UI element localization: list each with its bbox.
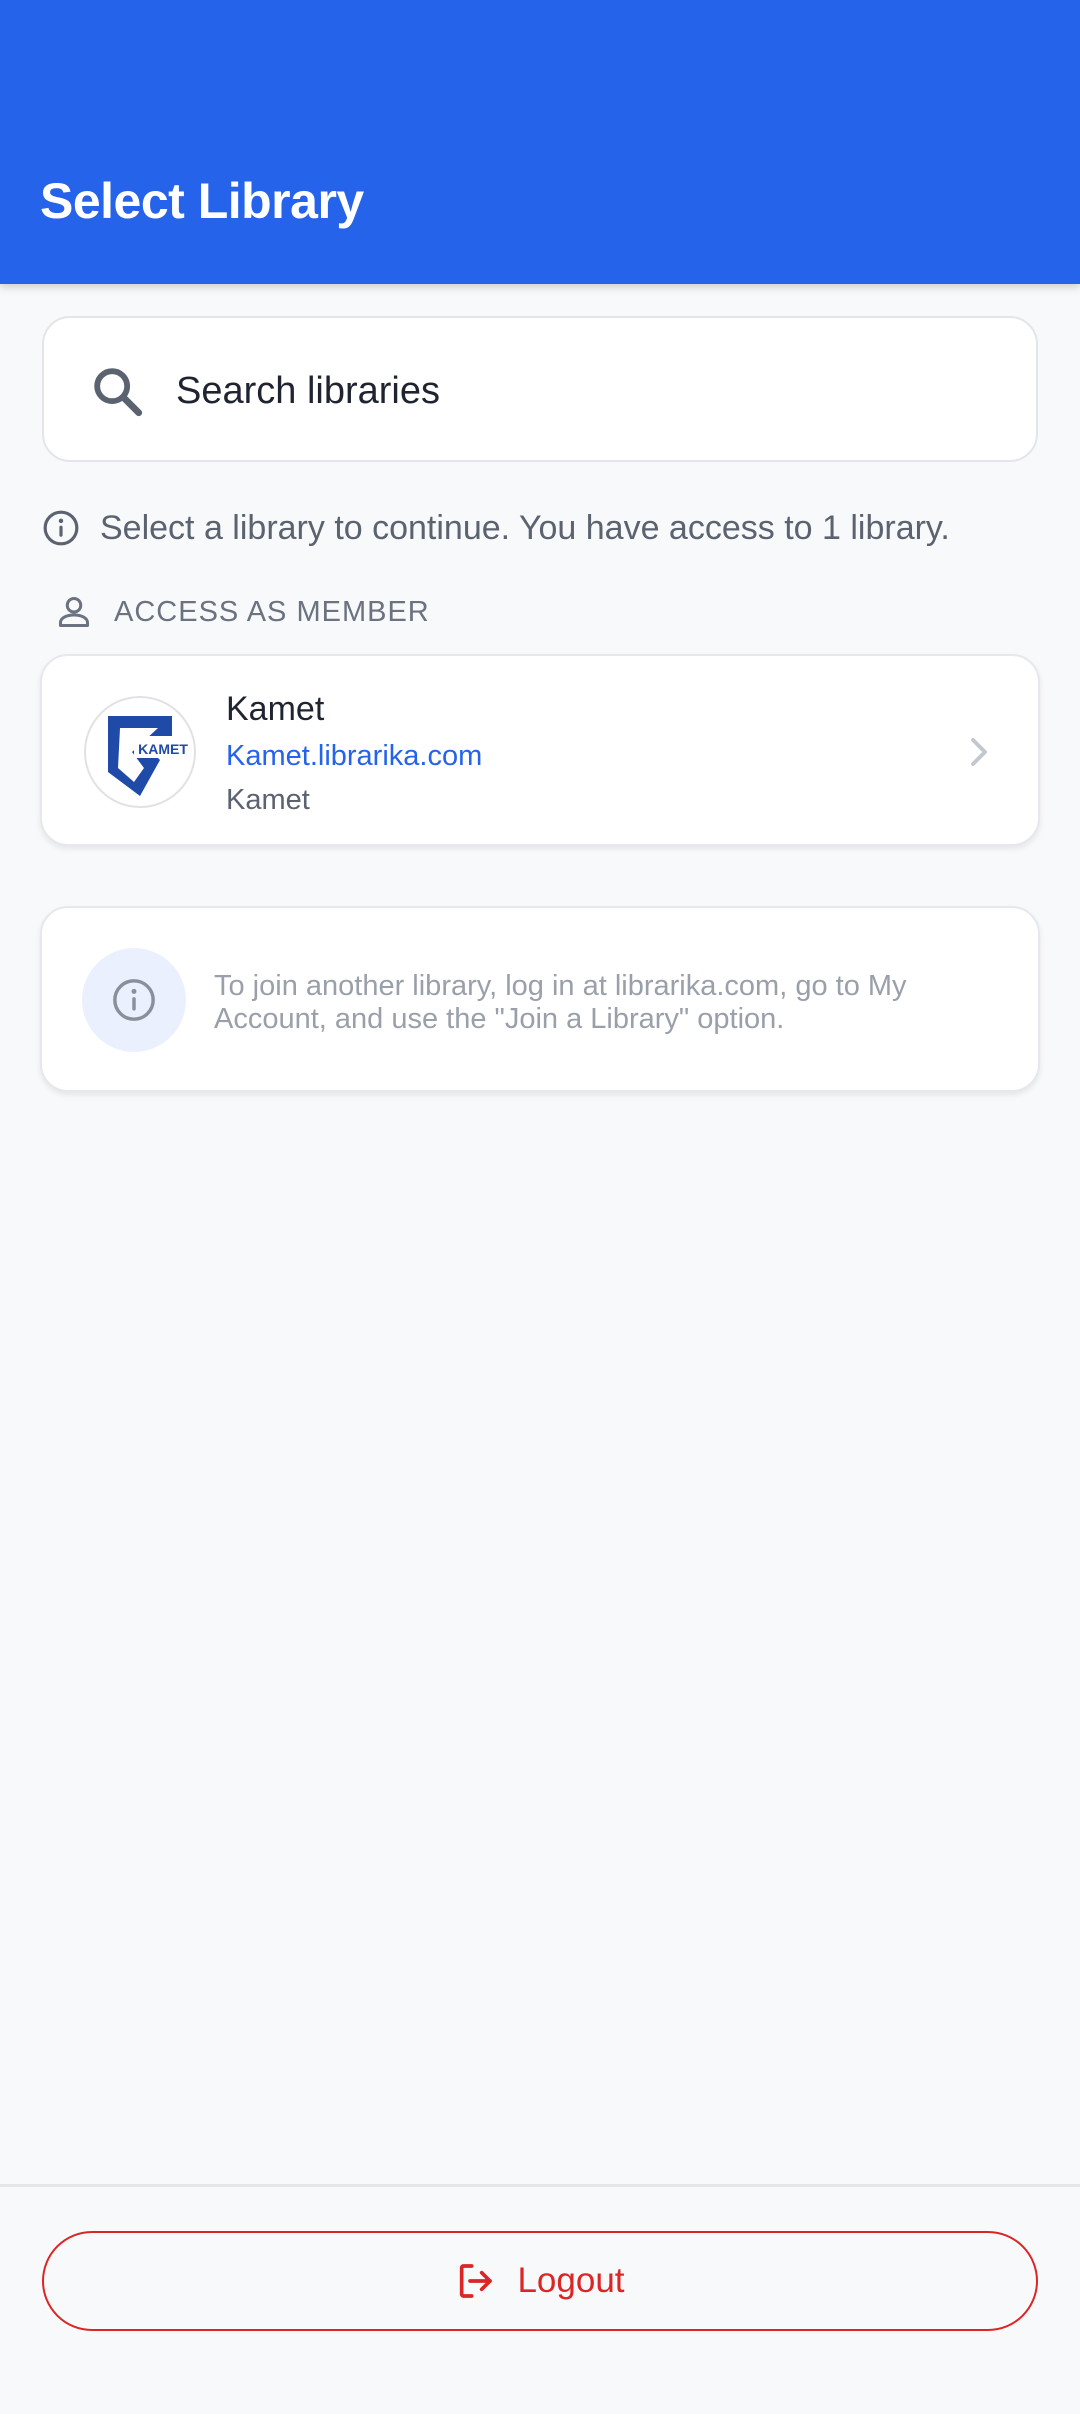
section-header: ACCESS AS MEMBER	[56, 590, 430, 634]
page-title: Select Library	[40, 173, 364, 229]
notice-icon-badge	[82, 948, 186, 1052]
app-bar: Select Library	[0, 0, 1080, 284]
section-label: ACCESS AS MEMBER	[114, 595, 430, 628]
library-card-kamet[interactable]: KAMET Kamet Kamet.librarika.com Kamet	[40, 654, 1040, 846]
person-icon	[59, 597, 89, 627]
logout-icon	[460, 2264, 493, 2298]
info-icon	[43, 510, 79, 546]
logout-button[interactable]: Logout	[42, 2231, 1038, 2331]
library-logo: KAMET	[84, 696, 196, 808]
search-icon	[94, 368, 143, 417]
hint-text: Select a library to continue. You have a…	[100, 508, 950, 547]
access-hint: Select a library to continue. You have a…	[42, 500, 950, 556]
chevron-right-icon	[971, 738, 987, 766]
library-subtitle: Kamet	[226, 784, 310, 816]
bottom-bar: Logout	[0, 2184, 1080, 2414]
library-name: Kamet	[226, 690, 325, 728]
library-url: Kamet.librarika.com	[226, 740, 483, 772]
notice-text: To join another library, log in at libra…	[214, 970, 907, 1035]
join-library-notice: To join another library, log in at libra…	[40, 906, 1040, 1092]
svg-text:KAMET: KAMET	[138, 741, 188, 757]
search-box[interactable]	[42, 316, 1038, 462]
logout-label: Logout	[517, 2261, 625, 2300]
info-icon	[113, 979, 155, 1021]
search-input[interactable]	[176, 358, 996, 424]
